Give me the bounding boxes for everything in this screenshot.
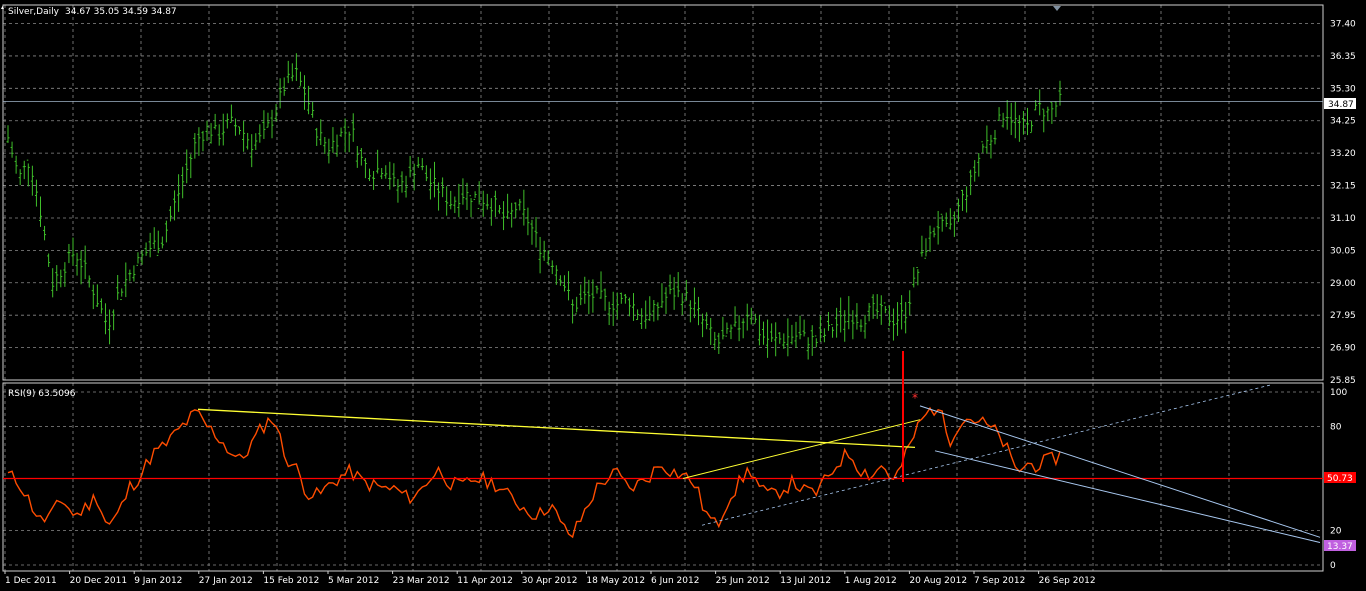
x-tick-label: 20 Aug 2012 <box>909 576 967 586</box>
price-tick-label: 25.85 <box>1330 376 1356 386</box>
x-tick-label: 11 Apr 2012 <box>457 576 513 586</box>
price-title: Silver,Daily <box>8 7 60 17</box>
price-tick-label: 27.95 <box>1330 311 1356 321</box>
current-price-label: 34.87 <box>1328 100 1354 110</box>
price-tick-label: 31.10 <box>1330 214 1356 224</box>
rsi-title: RSI(9) 63.5096 <box>8 389 76 399</box>
x-tick-label: 18 May 2012 <box>586 576 645 586</box>
x-tick-label: 30 Apr 2012 <box>522 576 578 586</box>
rsi-tick-label: 0 <box>1330 561 1336 571</box>
rsi-level-label: 50.73 <box>1327 474 1353 484</box>
x-tick-label: 20 Dec 2011 <box>70 576 128 586</box>
price-tick-label: 35.30 <box>1330 84 1356 94</box>
price-tick-label: 30.05 <box>1330 246 1356 256</box>
x-tick-label: 25 Jun 2012 <box>716 576 770 586</box>
x-tick-label: 5 Mar 2012 <box>328 576 379 586</box>
rsi-tick-label: 100 <box>1330 388 1347 398</box>
price-tick-label: 34.25 <box>1330 117 1356 127</box>
ohlc-readout: 34.67 35.05 34.59 34.87 <box>65 7 177 17</box>
price-tick-label: 32.15 <box>1330 182 1356 192</box>
chart-corner-marker: ▴ <box>1 4 4 11</box>
rsi-min-label: 13.37 <box>1327 542 1353 552</box>
x-tick-label: 15 Feb 2012 <box>263 576 319 586</box>
x-tick-label: 7 Sep 2012 <box>974 576 1025 586</box>
event-marker-star: * <box>912 391 918 405</box>
rsi-tick-label: 20 <box>1330 526 1342 536</box>
x-tick-label: 13 Jul 2012 <box>780 576 831 586</box>
price-tick-label: 33.20 <box>1330 149 1356 159</box>
chart-canvas: * 37.40 36.35 35.30 34.25 33.20 32.15 31.10 30.… <box>0 0 1366 591</box>
price-tick-label: 26.90 <box>1330 344 1356 354</box>
price-tick-label: 36.35 <box>1330 52 1356 62</box>
x-tick-label: 1 Dec 2011 <box>5 576 57 586</box>
x-tick-label: 26 Sep 2012 <box>1039 576 1096 586</box>
x-tick-label: 23 Mar 2012 <box>393 576 450 586</box>
x-tick-label: 6 Jun 2012 <box>651 576 699 586</box>
rsi-tick-label: 80 <box>1330 423 1342 433</box>
x-tick-label: 1 Aug 2012 <box>845 576 897 586</box>
price-tick-label: 29.00 <box>1330 279 1356 289</box>
price-tick-label: 37.40 <box>1330 20 1356 30</box>
x-tick-label: 9 Jan 2012 <box>134 576 182 586</box>
x-tick-label: 27 Jan 2012 <box>199 576 253 586</box>
